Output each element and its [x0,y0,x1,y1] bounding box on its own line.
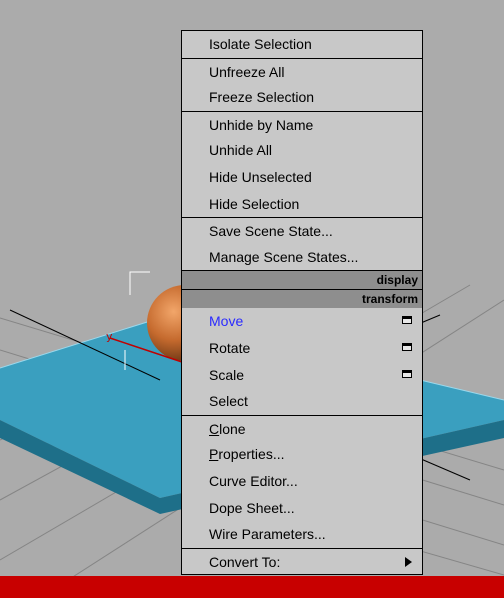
menu-item-label: Select [209,393,248,410]
menu-item-unhide-by-name[interactable]: Unhide by Name [182,110,422,138]
menu-item-unfreeze-all[interactable]: Unfreeze All [182,57,422,85]
menu-item-label: Properties... [209,446,284,462]
quad-header-transform: transform [182,289,422,309]
quad-menu: Isolate Selection Unfreeze All Freeze Sele… [181,30,423,576]
label-rest: roperties... [218,446,285,463]
menu-item-dope-sheet[interactable]: Dope Sheet... [182,495,422,522]
menu-item-freeze-selection[interactable]: Freeze Selection [182,84,422,111]
menu-item-scale[interactable]: Scale [182,362,422,389]
menu-item-manage-scene-states[interactable]: Manage Scene States... [182,244,422,271]
menu-item-isolate-selection[interactable]: Isolate Selection [182,31,422,58]
menu-item-hide-selection[interactable]: Hide Selection [182,191,422,218]
label-rest: lone [219,420,246,437]
menu-item-save-scene-state[interactable]: Save Scene State... [182,217,422,244]
axis-label-y: y [106,330,113,343]
menu-item-label: Scale [209,366,245,383]
menu-item-label: Move [209,313,244,330]
menu-item-properties[interactable]: Properties... [182,441,422,468]
menu-item-curve-editor[interactable]: Curve Editor... [182,468,422,495]
menu-item-convert-to[interactable]: Convert To: [182,547,422,575]
menu-item-move[interactable]: Move [182,308,422,335]
submenu-arrow-icon [405,556,412,567]
menu-item-select[interactable]: Select [182,388,422,415]
menu-item-label: Clone [209,421,246,437]
menu-item-label: Rotate [209,339,251,356]
menu-item-label: Curve Editor... [209,472,298,489]
settings-box-icon[interactable] [402,342,412,351]
menu-item-rotate[interactable]: Rotate [182,335,422,362]
menu-item-clone[interactable]: Clone [182,414,422,442]
settings-box-icon[interactable] [402,316,412,325]
menu-item-label: Convert To: [209,553,281,570]
menu-item-label: Dope Sheet... [209,499,295,516]
menu-item-unhide-all[interactable]: Unhide All [182,137,422,164]
menu-item-wire-parameters[interactable]: Wire Parameters... [182,521,422,548]
mnemonic-letter: C [209,420,220,437]
status-bar [0,576,504,598]
mnemonic-letter: P [209,446,219,463]
menu-item-label: Wire Parameters... [209,526,326,543]
settings-box-icon[interactable] [402,369,412,378]
quad-header-display: display [182,270,422,290]
menu-item-hide-unselected[interactable]: Hide Unselected [182,164,422,191]
